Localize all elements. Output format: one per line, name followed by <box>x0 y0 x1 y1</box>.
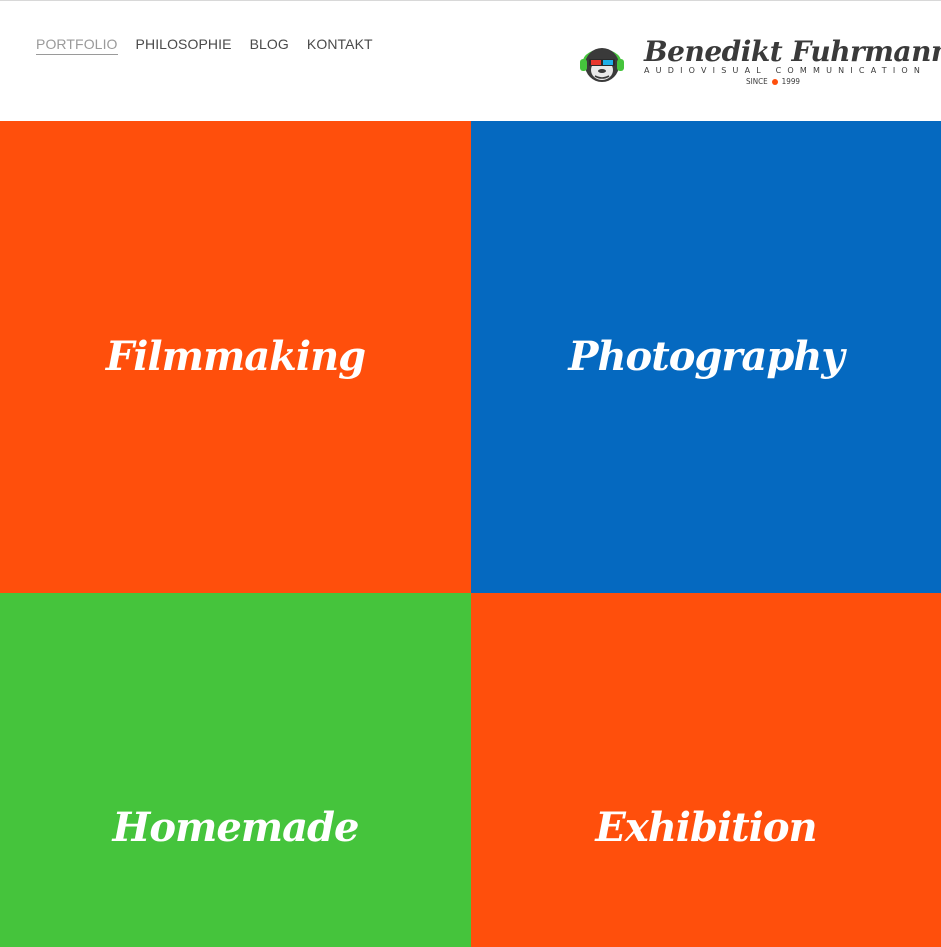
nav-item-kontakt[interactable]: KONTAKT <box>307 36 373 55</box>
nav-item-blog[interactable]: BLOG <box>250 36 289 55</box>
tile-label-homemade: Homemade <box>112 804 360 851</box>
tile-photography[interactable]: Photography <box>471 121 941 593</box>
tile-label-filmmaking: Filmmaking <box>105 333 366 380</box>
tile-label-photography: Photography <box>568 333 844 380</box>
logo-name: Benedikt Fuhrmann <box>644 35 941 68</box>
nav-item-portfolio[interactable]: PORTFOLIO <box>36 36 118 55</box>
site-logo[interactable]: Benedikt Fuhrmann AUDIOVISUAL COMMUNICAT… <box>578 35 941 93</box>
gorilla-headphones-icon <box>580 48 624 82</box>
since-dot-icon <box>771 78 778 85</box>
tile-label-exhibition: Exhibition <box>595 804 817 851</box>
logo-tagline: AUDIOVISUAL COMMUNICATION <box>644 66 927 75</box>
tile-homemade[interactable]: Homemade <box>0 593 471 947</box>
page: PORTFOLIO PHILOSOPHIE BLOG KONTAKT Bened… <box>0 0 941 947</box>
since-year: 1999 <box>781 77 800 86</box>
tile-exhibition[interactable]: Exhibition <box>471 593 941 947</box>
nav-item-philosophie[interactable]: PHILOSOPHIE <box>136 36 232 55</box>
main-nav: PORTFOLIO PHILOSOPHIE BLOG KONTAKT <box>36 36 391 55</box>
logo-since: SINCE 1999 <box>746 77 800 86</box>
tile-filmmaking[interactable]: Filmmaking <box>0 121 471 593</box>
site-header: PORTFOLIO PHILOSOPHIE BLOG KONTAKT Bened… <box>0 1 941 121</box>
since-prefix: SINCE <box>746 77 768 86</box>
